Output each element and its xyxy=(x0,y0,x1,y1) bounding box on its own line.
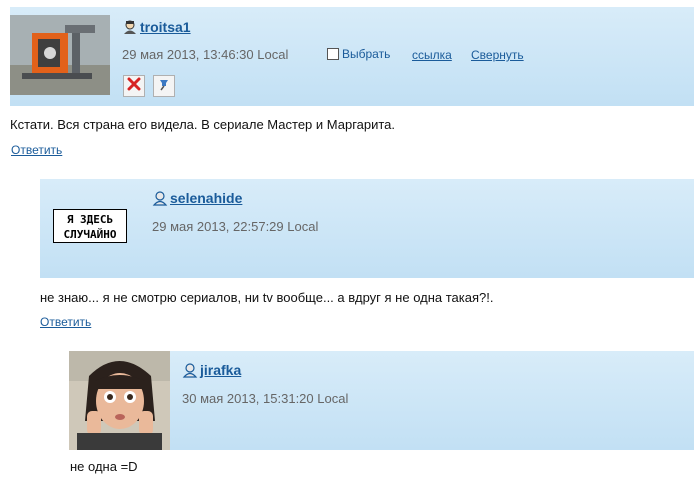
select-label: Выбрать xyxy=(342,47,391,61)
username-link[interactable]: selenahide xyxy=(152,190,242,206)
avatar-text-line1: Я ЗДЕСЬ xyxy=(66,213,114,226)
avatar-selenahide[interactable]: Я ЗДЕСЬ СЛУЧАЙНО xyxy=(53,209,127,243)
username-text[interactable]: selenahide xyxy=(170,190,242,206)
comment-date: 29 мая 2013, 22:57:29 Local xyxy=(152,219,319,234)
avatar-jirafka[interactable] xyxy=(69,351,170,450)
username-text[interactable]: troitsa1 xyxy=(140,19,191,35)
avatar-text-line2: СЛУЧАЙНО xyxy=(63,228,117,241)
reply-link[interactable]: Ответить xyxy=(40,315,91,329)
pin-icon xyxy=(157,77,171,96)
close-icon xyxy=(127,77,141,96)
reply-link[interactable]: Ответить xyxy=(11,143,62,157)
user-icon xyxy=(152,190,168,206)
collapse-link[interactable]: Свернуть xyxy=(471,48,524,62)
comment-date: 30 мая 2013, 15:31:20 Local xyxy=(182,391,349,406)
permalink-link[interactable]: ссылка xyxy=(412,48,452,62)
comment-text: не знаю... я не смотрю сериалов, ни tv в… xyxy=(40,290,494,305)
username-link[interactable]: jirafka xyxy=(182,362,241,378)
pin-button[interactable] xyxy=(153,75,175,97)
checkbox-box[interactable] xyxy=(327,48,339,60)
username-text[interactable]: jirafka xyxy=(200,362,241,378)
user-icon xyxy=(122,19,138,35)
avatar-troitsa1[interactable] xyxy=(10,15,110,95)
user-icon xyxy=(182,362,198,378)
delete-button[interactable] xyxy=(123,75,145,97)
select-checkbox[interactable]: Выбрать xyxy=(327,47,390,61)
comment-2-header xyxy=(40,179,694,278)
comment-text: Кстати. Вся страна его видела. В сериале… xyxy=(10,117,396,132)
comment-date: 29 мая 2013, 13:46:30 Local xyxy=(122,47,289,62)
username-link[interactable]: troitsa1 xyxy=(122,19,191,35)
comment-text: не одна =D xyxy=(70,459,138,474)
